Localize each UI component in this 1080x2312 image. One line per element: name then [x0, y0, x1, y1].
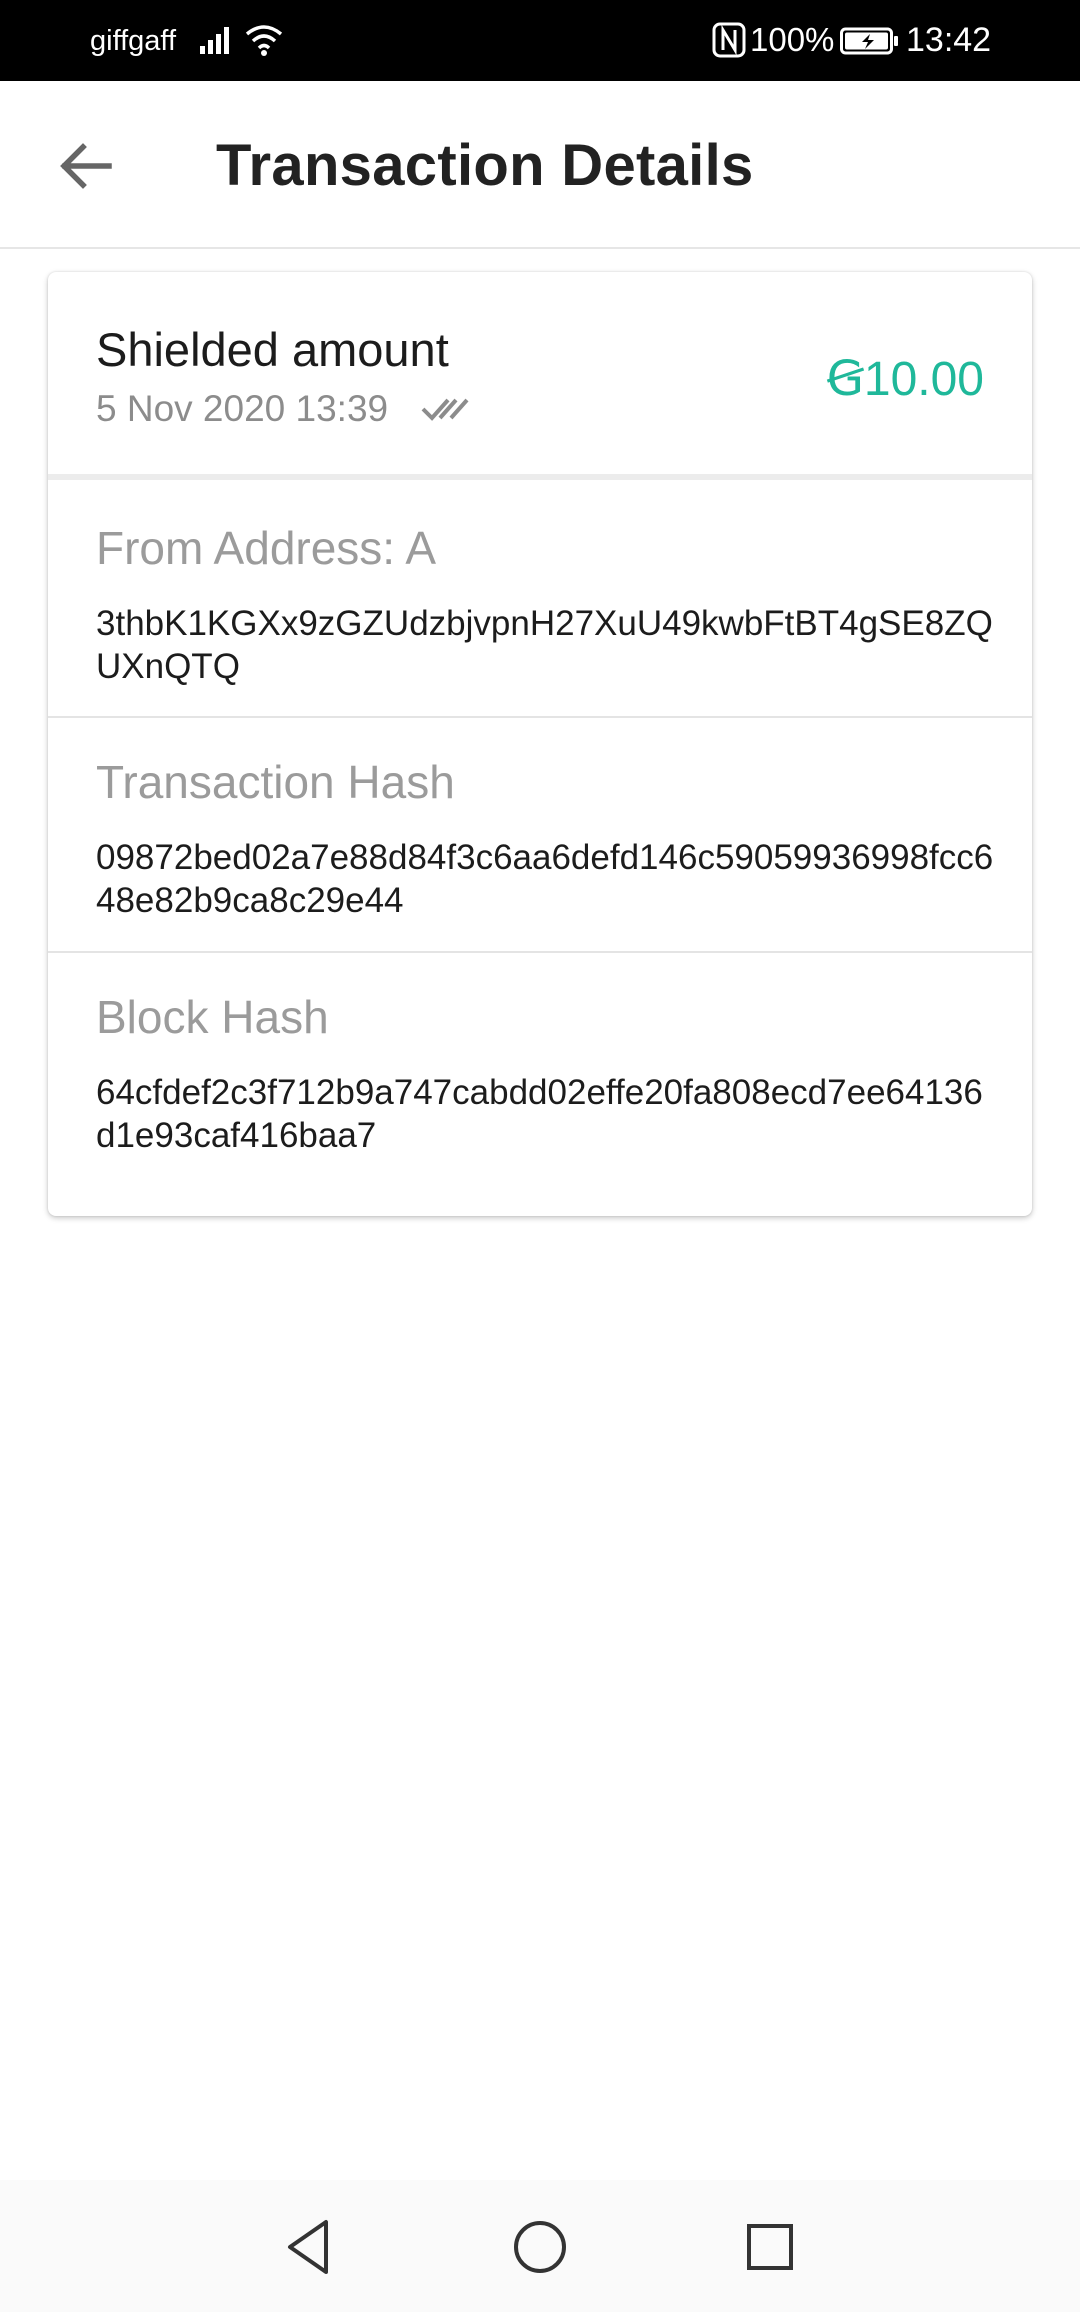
- detail-transaction-hash: Transaction Hash 09872bed02a7e88d84f3c6a…: [48, 718, 1032, 953]
- arrow-left-icon: [60, 143, 112, 189]
- system-nav-bar: [0, 2180, 1080, 2312]
- detail-value[interactable]: 09872bed02a7e88d84f3c6aa6defd146c5905993…: [96, 836, 996, 922]
- back-triangle-icon[interactable]: [274, 2212, 344, 2282]
- page-title: Transaction Details: [216, 133, 754, 198]
- detail-value[interactable]: 3thbK1KGXx9zGZUdzbjvpnH27XuU49kwbFtBT4gS…: [96, 602, 996, 688]
- double-check-icon: [421, 398, 469, 421]
- clock: 13:42: [906, 21, 992, 59]
- carrier-name: giffgaff: [90, 25, 177, 57]
- transaction-amount: Ꞡ10.00: [826, 353, 984, 406]
- back-button[interactable]: [40, 131, 130, 201]
- detail-from-address: From Address: A 3thbK1KGXx9zGZUdzbjvpnH2…: [48, 486, 1032, 718]
- detail-label: Block Hash: [96, 991, 329, 1043]
- nfc-icon: [712, 22, 746, 58]
- battery-charging-icon: [840, 27, 898, 55]
- transaction-date: 5 Nov 2020 13:39: [96, 388, 389, 429]
- detail-block-hash: Block Hash 64cfdef2c3f712b9a747cabdd02ef…: [48, 953, 1032, 1216]
- wifi-icon: [245, 25, 283, 56]
- app-bar: Transaction Details: [0, 81, 1080, 249]
- detail-label: Transaction Hash: [96, 756, 455, 808]
- transaction-card: Shielded amount 5 Nov 2020 13:39 Ꞡ10.00 …: [48, 272, 1032, 1216]
- detail-label: From Address: A: [96, 522, 437, 574]
- transaction-type: Shielded amount: [96, 323, 449, 376]
- battery-percent: 100%: [750, 21, 835, 58]
- home-circle-icon[interactable]: [505, 2212, 575, 2282]
- cell-signal-icon: [200, 27, 229, 54]
- transaction-summary: Shielded amount 5 Nov 2020 13:39 Ꞡ10.00: [48, 272, 1032, 480]
- recents-square-icon[interactable]: [735, 2212, 805, 2282]
- status-bar: giffgaff 100% 13:42: [0, 0, 1080, 81]
- detail-value[interactable]: 64cfdef2c3f712b9a747cabdd02effe20fa808ec…: [96, 1071, 996, 1157]
